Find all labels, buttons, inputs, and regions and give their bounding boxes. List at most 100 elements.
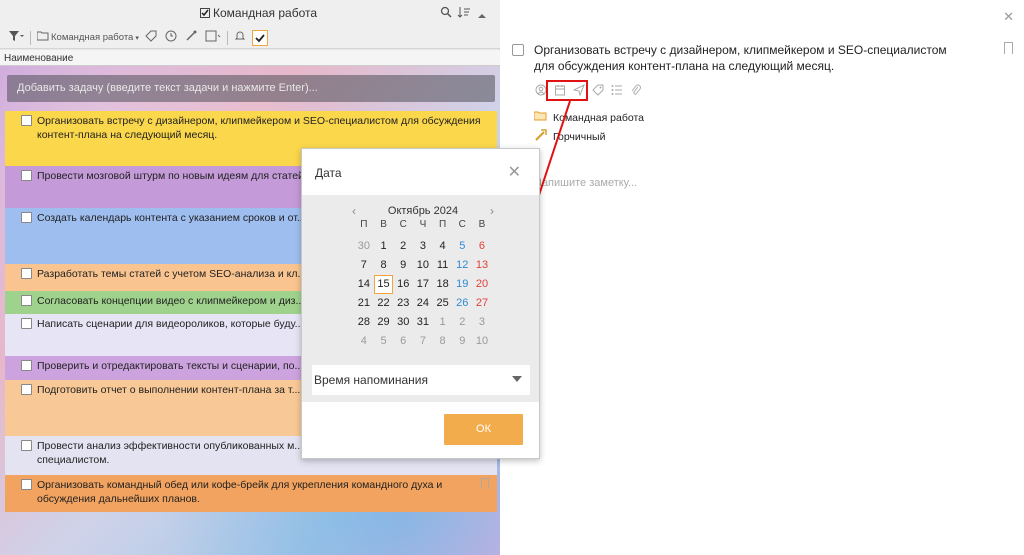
task-checkbox[interactable] xyxy=(21,479,32,490)
calendar-day[interactable]: 29 xyxy=(374,313,394,332)
calendar-day[interactable]: 20 xyxy=(472,275,492,294)
task-checkbox[interactable] xyxy=(21,115,32,126)
calendar-day[interactable]: 14 xyxy=(354,275,374,294)
list-title[interactable]: Командная работа xyxy=(200,6,317,20)
detail-task-checkbox[interactable] xyxy=(512,44,524,56)
note-input[interactable]: Напишите заметку... xyxy=(534,177,637,189)
ok-button[interactable]: ОК xyxy=(444,414,523,445)
task-checkbox[interactable] xyxy=(21,360,32,371)
calendar-day[interactable]: 18 xyxy=(433,275,453,294)
calendar-day[interactable]: 27 xyxy=(472,294,492,313)
detail-bookmark-icon[interactable] xyxy=(1004,42,1013,54)
toolbar-divider xyxy=(226,30,228,45)
calendar-day[interactable]: 21 xyxy=(354,294,374,313)
calendar-day[interactable]: 8 xyxy=(433,332,453,351)
calendar-day[interactable]: 3 xyxy=(472,313,492,332)
bookmark-icon[interactable] xyxy=(481,478,489,489)
sort-icon[interactable] xyxy=(457,6,471,21)
calendar-day[interactable]: 30 xyxy=(393,313,413,332)
calendar-day[interactable]: 28 xyxy=(354,313,374,332)
chevron-right-icon[interactable]: › xyxy=(490,204,494,218)
calendar-day[interactable]: 3 xyxy=(413,237,433,256)
task-checkbox[interactable] xyxy=(21,318,32,329)
calendar-week: 14 15 16 17 18 19 20 xyxy=(354,275,492,294)
calendar-day[interactable]: 26 xyxy=(452,294,472,313)
weekday-label: Ч xyxy=(419,219,427,230)
column-header-name[interactable]: Наименование xyxy=(0,50,500,66)
weekday-label: П xyxy=(439,219,447,230)
task-text: Согласовать концепции видео с клипмейкер… xyxy=(37,295,305,307)
chevron-left-icon[interactable]: ‹ xyxy=(352,204,356,218)
folder-filter[interactable]: Командная работа ▾ xyxy=(36,31,139,44)
calendar-grid: П В С Ч П С В 30 1 2 3 4 5 6 7 8 9 10 11… xyxy=(354,218,492,351)
task-checkbox[interactable] xyxy=(21,170,32,181)
calendar-day[interactable]: 1 xyxy=(374,237,394,256)
collapse-icon[interactable] xyxy=(478,8,486,22)
completed-filter-toggle[interactable] xyxy=(251,29,268,46)
calendar-day[interactable]: 23 xyxy=(393,294,413,313)
calendar-day[interactable]: 7 xyxy=(413,332,433,351)
close-icon[interactable]: ✕ xyxy=(1003,9,1014,25)
calendar-day[interactable]: 5 xyxy=(374,332,394,351)
task-checkbox[interactable] xyxy=(21,268,32,279)
task-checkbox[interactable] xyxy=(21,384,32,395)
detail-tag[interactable]: Горчичный xyxy=(534,129,605,144)
calendar-day[interactable]: 10 xyxy=(472,332,492,351)
calendar-day[interactable]: 11 xyxy=(433,256,453,275)
highlight-box xyxy=(546,80,588,101)
task-text: Провести мозговой штурм по новым идеям д… xyxy=(37,170,304,182)
calendar-week: 21 22 23 24 25 26 27 xyxy=(354,294,492,313)
calendar-day[interactable]: 6 xyxy=(393,332,413,351)
calendar-day[interactable]: 25 xyxy=(433,294,453,313)
calendar-day[interactable]: 8 xyxy=(374,256,394,275)
calendar-day[interactable]: 24 xyxy=(413,294,433,313)
calendar-day[interactable]: 4 xyxy=(354,332,374,351)
calendar-day[interactable]: 22 xyxy=(374,294,394,313)
calendar-day[interactable]: 30 xyxy=(354,237,374,256)
calendar-day[interactable]: 7 xyxy=(354,256,374,275)
calendar-day[interactable]: 13 xyxy=(472,256,492,275)
task-checkbox[interactable] xyxy=(21,295,32,306)
task-row[interactable]: Организовать командный обед или кофе-бре… xyxy=(5,475,497,512)
search-icon[interactable] xyxy=(440,6,452,21)
detail-tag-label: Горчичный xyxy=(553,130,606,143)
status-filter-icon[interactable] xyxy=(205,30,221,45)
tag-icon[interactable] xyxy=(591,83,605,97)
detail-project[interactable]: Командная работа xyxy=(533,111,644,124)
calendar-day[interactable]: 1 xyxy=(433,313,453,332)
calendar-day[interactable]: 9 xyxy=(393,256,413,275)
priority-filter-icon[interactable] xyxy=(185,30,199,45)
date-dialog-header: Дата ✕ xyxy=(302,149,539,195)
checklist-icon[interactable] xyxy=(610,83,624,97)
calendar-day[interactable]: 31 xyxy=(413,313,433,332)
detail-task-title[interactable]: Организовать встречу с дизайнером, клипм… xyxy=(534,42,964,74)
calendar-day[interactable]: 16 xyxy=(393,275,413,294)
weekday-label: П xyxy=(360,219,368,230)
calendar-day-selected[interactable]: 15 xyxy=(373,275,394,294)
calendar-week: 4 5 6 7 8 9 10 xyxy=(354,332,492,351)
calendar-day[interactable]: 19 xyxy=(452,275,472,294)
calendar-day[interactable]: 2 xyxy=(393,237,413,256)
calendar-day[interactable]: 17 xyxy=(413,275,433,294)
calendar-day[interactable]: 6 xyxy=(472,237,492,256)
attachment-icon[interactable] xyxy=(629,83,643,97)
add-task-input[interactable]: Добавить задачу (введите текст задачи и … xyxy=(7,75,495,102)
list-title-text: Командная работа xyxy=(213,6,318,20)
bell-filter-icon[interactable] xyxy=(234,30,246,45)
calendar-nav: ‹ Октябрь 2024 › xyxy=(352,204,494,218)
tag-filter-icon[interactable] xyxy=(145,30,159,45)
reminder-time-select[interactable]: Время напоминания xyxy=(312,365,530,395)
calendar-day[interactable]: 5 xyxy=(452,237,472,256)
task-checkbox[interactable] xyxy=(21,440,32,451)
calendar-day[interactable]: 12 xyxy=(452,256,472,275)
calendar-day[interactable]: 4 xyxy=(433,237,453,256)
calendar-day[interactable]: 9 xyxy=(452,332,472,351)
task-checkbox[interactable] xyxy=(21,212,32,223)
calendar-day[interactable]: 2 xyxy=(452,313,472,332)
weekday-label: В xyxy=(478,219,486,230)
clock-filter-icon[interactable] xyxy=(165,30,179,45)
filter-icon[interactable] xyxy=(8,30,24,45)
close-icon[interactable]: ✕ xyxy=(508,162,521,182)
reminder-time-label: Время напоминания xyxy=(314,373,428,387)
calendar-day[interactable]: 10 xyxy=(413,256,433,275)
